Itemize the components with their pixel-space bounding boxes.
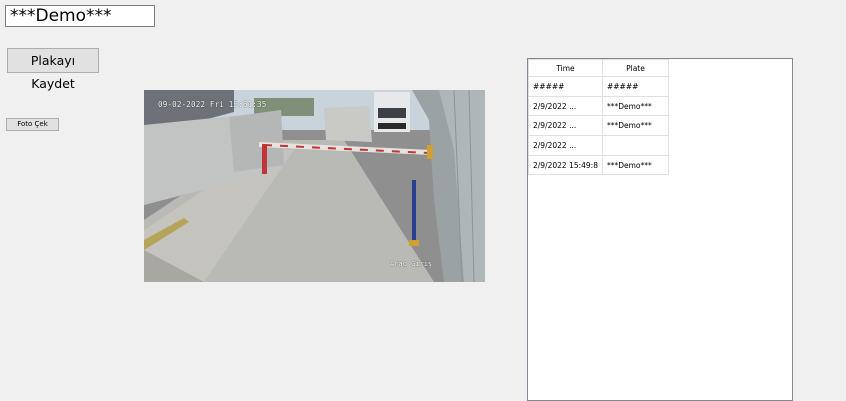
cell-plate[interactable]: ***Demo*** (601, 154, 669, 176)
column-header-time[interactable]: Time (528, 59, 603, 77)
cell-time[interactable]: 2/9/2022 ... (528, 95, 603, 117)
table-row[interactable]: 2/9/2022 ... ***Demo*** (528, 95, 669, 117)
cell-plate[interactable]: ***Demo*** (601, 115, 669, 137)
camera-feed: 09-02-2022 Fri 15:51:35 Araç Giriş (144, 90, 485, 282)
save-plate-button[interactable]: Plakayı Kaydet (7, 48, 99, 91)
table-row[interactable]: 2/9/2022 ... ***Demo*** (528, 115, 669, 137)
camera-frame-image (144, 90, 485, 282)
cell-plate[interactable]: ##### (601, 76, 669, 97)
plate-log-table: Time Plate ##### ##### 2/9/2022 ... ***D… (528, 59, 669, 176)
cell-time[interactable]: 2/9/2022 ... (528, 115, 603, 137)
table-row[interactable]: 2/9/2022 ... (528, 135, 669, 156)
table-row[interactable]: ##### ##### (528, 76, 669, 97)
plate-log-grid[interactable]: Time Plate ##### ##### 2/9/2022 ... ***D… (527, 58, 793, 401)
take-photo-button[interactable]: Foto Çek (6, 118, 59, 131)
column-header-plate[interactable]: Plate (601, 59, 669, 77)
cell-time[interactable]: 2/9/2022 ... (528, 135, 603, 156)
table-header-row: Time Plate (528, 59, 669, 77)
plate-text-input[interactable] (5, 5, 155, 27)
cell-plate[interactable]: ***Demo*** (601, 95, 669, 117)
table-row[interactable]: 2/9/2022 15:49:8 ***Demo*** (528, 154, 669, 176)
cell-time[interactable]: 2/9/2022 15:49:8 (528, 154, 603, 176)
cell-time[interactable]: ##### (528, 76, 603, 97)
cell-plate[interactable] (601, 135, 669, 156)
camera-timestamp: 09-02-2022 Fri 15:51:35 (158, 100, 267, 109)
camera-location-label: Araç Giriş (390, 260, 433, 268)
